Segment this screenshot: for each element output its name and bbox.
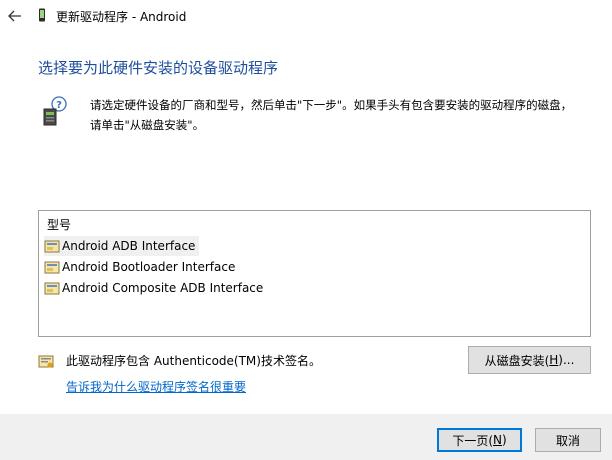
list-item[interactable]: Android Composite ADB Interface [44, 278, 267, 298]
next-suffix: ) [501, 433, 507, 447]
model-list-header: 型号 [47, 218, 72, 232]
page-heading: 选择要为此硬件安装的设备驱动程序 [38, 59, 279, 77]
cancel-button[interactable]: 取消 [535, 428, 601, 452]
title-bar: 更新驱动程序 - Android [0, 0, 612, 32]
device-icon [39, 8, 45, 22]
instruction-line-1: 请选定硬件设备的厂商和型号，然后单击"下一步"。如果手头有包含要安装的驱动程序的… [90, 98, 573, 112]
certificate-icon [38, 355, 54, 368]
driver-package-icon [44, 282, 60, 295]
next-accesskey: N [493, 433, 502, 447]
have-disk-button[interactable]: 从磁盘安装(H)... [468, 346, 591, 374]
signature-info-link[interactable]: 告诉我为什么驱动程序签名很重要 [66, 378, 246, 395]
instruction-line-2: 请单击"从磁盘安装"。 [90, 118, 205, 132]
driver-package-icon [44, 261, 60, 274]
list-item[interactable]: Android Bootloader Interface [44, 257, 239, 277]
back-button[interactable] [4, 6, 26, 26]
next-button[interactable]: 下一页(N) [437, 428, 522, 452]
svg-text:?: ? [56, 100, 62, 111]
back-arrow-icon [8, 10, 21, 22]
list-item-label: Android Composite ADB Interface [62, 281, 264, 295]
next-prefix: 下一页( [452, 433, 493, 448]
hardware-help-icon: ? [43, 96, 67, 126]
window-title: 更新驱动程序 - Android [56, 10, 187, 24]
driver-package-icon [44, 240, 60, 253]
list-item-label: Android Bootloader Interface [62, 260, 236, 274]
model-list[interactable]: 型号 Android ADB Interface Android Bootloa… [38, 210, 591, 337]
have-disk-suffix: )... [558, 353, 575, 367]
instruction-text: 请选定硬件设备的厂商和型号，然后单击"下一步"。如果手头有包含要安装的驱动程序的… [90, 95, 590, 135]
list-item-label: Android ADB Interface [62, 239, 196, 253]
update-driver-window: 更新驱动程序 - Android 选择要为此硬件安装的设备驱动程序 ? 请选定硬… [0, 0, 612, 460]
signature-text: 此驱动程序包含 Authenticode(TM)技术签名。 [66, 354, 321, 368]
have-disk-prefix: 从磁盘安装( [484, 353, 550, 368]
list-item[interactable]: Android ADB Interface [44, 236, 200, 256]
have-disk-accesskey: H [549, 353, 559, 367]
